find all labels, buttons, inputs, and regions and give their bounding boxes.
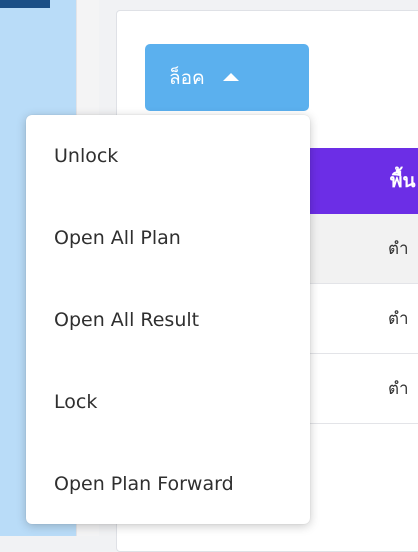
menu-item-label: Open Plan Forward: [54, 473, 234, 495]
lock-dropdown-button[interactable]: ล็อค: [145, 44, 309, 111]
menu-item-open-all-result[interactable]: Open All Result: [26, 279, 310, 361]
table-header-label: พื้น: [390, 170, 416, 192]
table-cell-label: ตำ: [388, 239, 409, 259]
caret-up-icon: [222, 72, 239, 81]
table-header-cell: พื้น: [300, 148, 418, 214]
lock-dropdown-menu: Unlock Open All Plan Open All Result Loc…: [26, 115, 310, 524]
sidebar-accent-bar: [0, 0, 50, 8]
menu-item-label: Unlock: [54, 145, 119, 167]
menu-item-unlock[interactable]: Unlock: [26, 115, 310, 197]
lock-button-label: ล็อค: [169, 67, 205, 89]
menu-item-lock[interactable]: Lock: [26, 361, 310, 443]
table-cell-label: ตำ: [388, 309, 409, 329]
table-cell-label: ตำ: [388, 379, 409, 399]
menu-item-label: Open All Plan: [54, 227, 181, 249]
table-row[interactable]: ตำ: [300, 284, 418, 354]
table-row[interactable]: ตำ: [300, 354, 418, 424]
menu-item-label: Lock: [54, 391, 98, 413]
menu-item-label: Open All Result: [54, 309, 200, 331]
table-row[interactable]: ตำ: [300, 214, 418, 284]
menu-item-open-all-plan[interactable]: Open All Plan: [26, 197, 310, 279]
menu-item-open-plan-forward[interactable]: Open Plan Forward: [26, 443, 310, 525]
